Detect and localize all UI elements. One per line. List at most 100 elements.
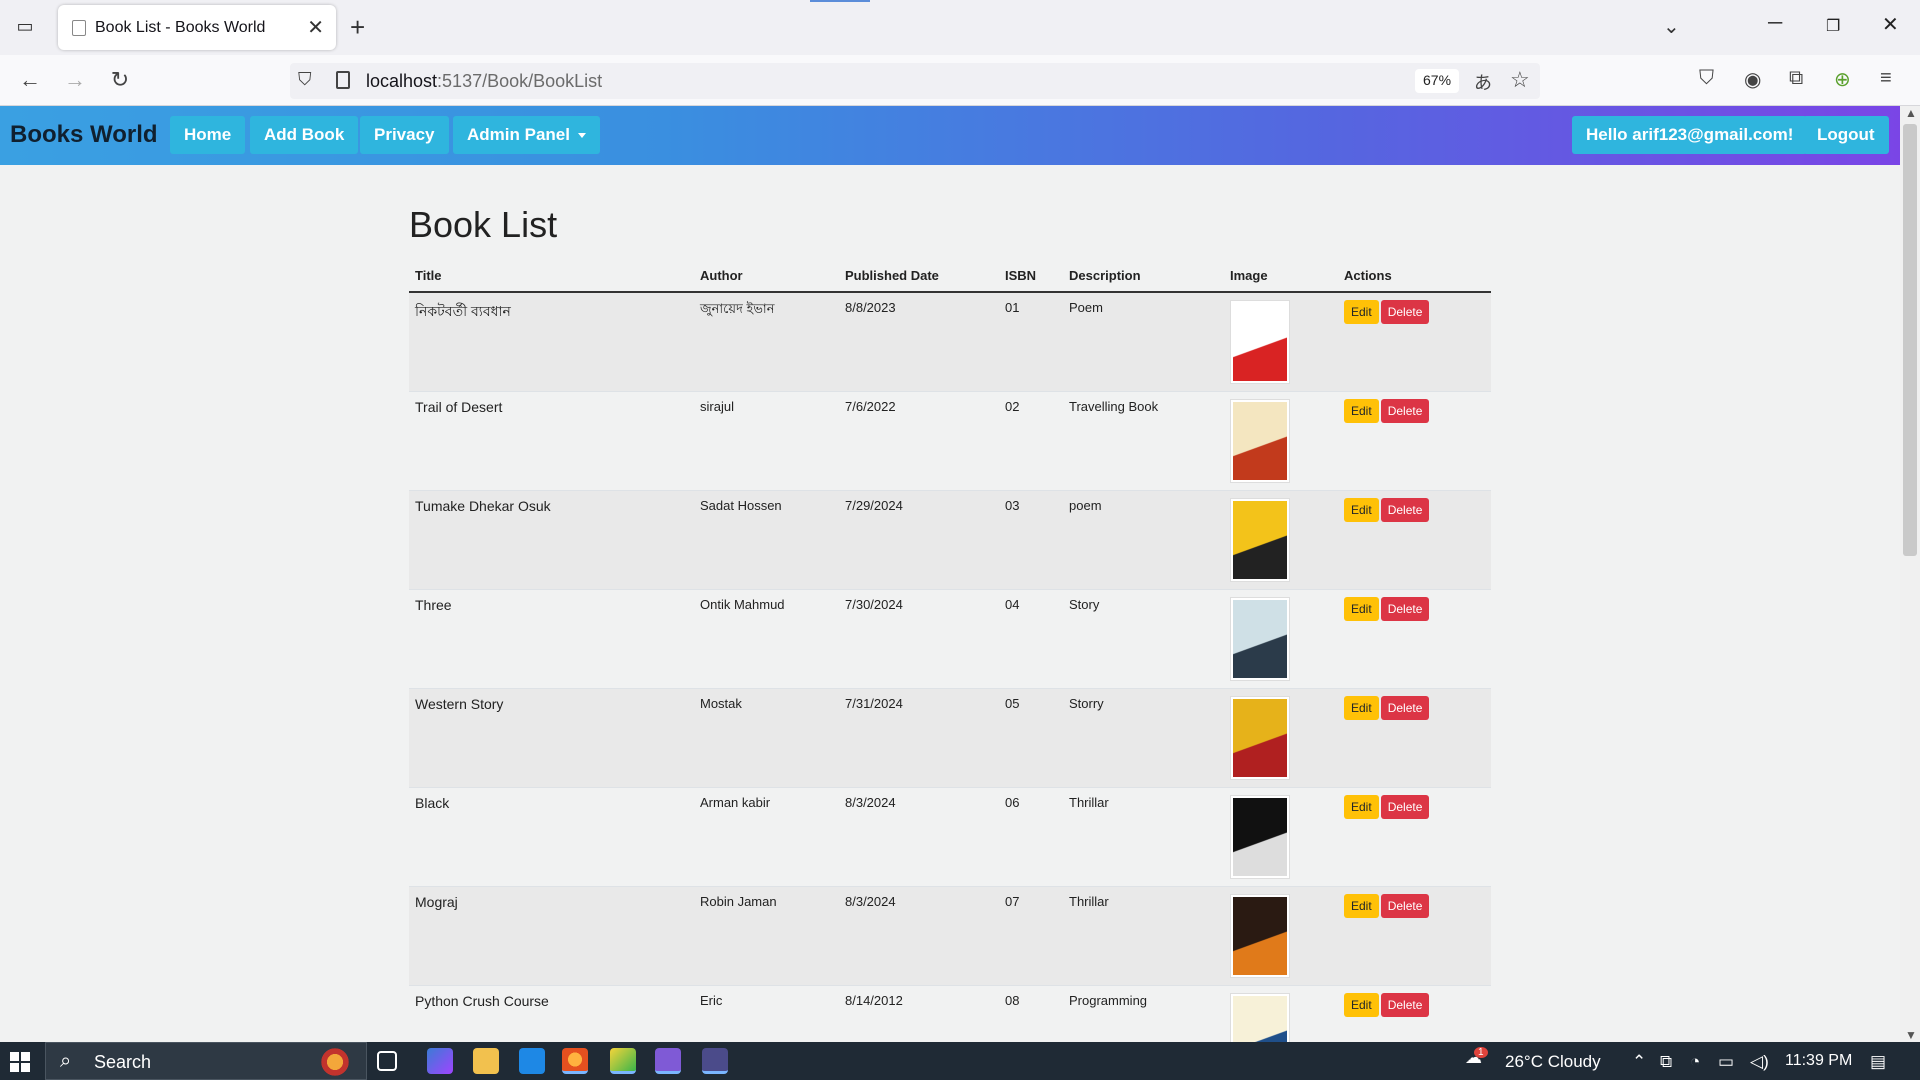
table-row: Mograj Robin Jaman 8/3/2024 07 Thrillar Edit D… <box>409 886 1491 986</box>
browser-tab-bar: ▭ Book List - Books World ✕ + ⌄ ─ ❐ ✕ <box>0 0 1920 55</box>
tray-chevron-icon[interactable]: ⌃ <box>1632 1052 1646 1072</box>
clock-time[interactable]: 11:39 PM <box>1785 1052 1852 1070</box>
list-all-tabs-chevron-icon[interactable]: ⌄ <box>1663 14 1680 39</box>
book-cover-art <box>1233 501 1287 579</box>
edit-button[interactable]: Edit <box>1344 300 1379 324</box>
firefox-icon[interactable] <box>562 1048 588 1074</box>
back-arrow-icon[interactable]: ← <box>15 67 45 93</box>
delete-button[interactable]: Delete <box>1380 696 1430 720</box>
cell-published-date: 7/31/2024 <box>839 688 999 788</box>
cell-author: Robin Jaman <box>694 886 839 986</box>
edit-button[interactable]: Edit <box>1344 894 1379 918</box>
cell-title: Python Crush Course <box>409 985 694 1042</box>
book-cover-art <box>1233 402 1287 480</box>
cell-image <box>1224 391 1338 491</box>
delete-button[interactable]: Delete <box>1380 498 1430 522</box>
delete-button[interactable]: Delete <box>1380 795 1430 819</box>
wifi-icon[interactable]: ◔ <box>1690 1052 1700 1072</box>
edit-button[interactable]: Edit <box>1344 795 1379 819</box>
edit-button[interactable]: Edit <box>1344 399 1379 423</box>
account-icon[interactable]: ◉ <box>1744 67 1761 92</box>
meet-now-icon[interactable]: ⧉ <box>1660 1052 1672 1072</box>
extensions-icon[interactable]: ⧉ <box>1789 67 1803 90</box>
bookmark-star-icon[interactable]: ☆ <box>1510 67 1530 93</box>
tab-list-icon[interactable]: ▭ <box>12 16 38 40</box>
scroll-up-icon[interactable]: ▲ <box>1905 106 1917 120</box>
tracking-shield-icon[interactable]: ⛉ <box>298 69 312 90</box>
reload-icon[interactable]: ↻ <box>105 67 135 93</box>
page-favicon-icon <box>72 20 86 36</box>
window-close-icon[interactable]: ✕ <box>1882 12 1899 37</box>
cell-image <box>1224 589 1338 689</box>
user-greeting[interactable]: Hello arif123@gmail.com! <box>1572 116 1808 154</box>
cell-actions: Edit Delete <box>1338 490 1491 590</box>
column-header-published-date: Published Date <box>839 259 999 293</box>
weather-text[interactable]: 26°C Cloudy <box>1505 1052 1601 1072</box>
scroll-down-icon[interactable]: ▼ <box>1905 1028 1917 1042</box>
cell-description: poem <box>1063 490 1224 590</box>
table-row: Western Story Mostak 7/31/2024 05 Storry Edit… <box>409 688 1491 788</box>
dropdown-caret-icon <box>577 133 586 139</box>
cell-title: নিকটবর্তী ব্যবধান <box>409 292 694 392</box>
addon-plus-icon[interactable]: ⊕ <box>1834 67 1851 92</box>
task-view-icon[interactable] <box>377 1051 397 1071</box>
app-menu-icon[interactable]: ≡ <box>1880 67 1892 90</box>
delete-button[interactable]: Delete <box>1380 300 1430 324</box>
taskbar-search-box[interactable]: ⌕ Search <box>45 1042 367 1080</box>
url-text[interactable]: localhost:5137/Book/BookList <box>366 71 602 92</box>
edit-button[interactable]: Edit <box>1344 696 1379 720</box>
cell-author: Ontik Mahmud <box>694 589 839 689</box>
pocket-icon[interactable]: ⛉ <box>1699 67 1714 90</box>
delete-button[interactable]: Delete <box>1380 894 1430 918</box>
zoom-level-badge[interactable]: 67% <box>1415 69 1460 93</box>
cell-title: Black <box>409 787 694 887</box>
edit-button[interactable]: Edit <box>1344 993 1379 1017</box>
nav-privacy-link[interactable]: Privacy <box>360 116 449 154</box>
address-bar[interactable]: ⛉ localhost:5137/Book/BookList 67% あ ☆ <box>290 63 1540 99</box>
book-cover-art <box>1233 699 1287 777</box>
edit-button[interactable]: Edit <box>1344 498 1379 522</box>
book-cover-art <box>1233 798 1287 876</box>
cell-actions: Edit Delete <box>1338 292 1491 392</box>
windows-start-icon[interactable] <box>10 1052 30 1072</box>
cell-actions: Edit Delete <box>1338 985 1491 1042</box>
scrollbar-thumb[interactable] <box>1903 124 1917 556</box>
book-cover-art <box>1233 996 1287 1042</box>
search-icon: ⌕ <box>60 1050 72 1072</box>
delete-button[interactable]: Delete <box>1380 399 1430 423</box>
cell-author: Arman kabir <box>694 787 839 887</box>
forward-arrow-icon[interactable]: → <box>60 67 90 93</box>
mail-icon[interactable] <box>519 1048 545 1074</box>
app-icon[interactable] <box>610 1048 636 1074</box>
new-tab-icon[interactable]: + <box>350 12 365 43</box>
notification-center-icon[interactable]: ▤ <box>1870 1052 1886 1072</box>
edit-button[interactable]: Edit <box>1344 597 1379 621</box>
translate-icon[interactable]: あ <box>1474 69 1492 95</box>
terminal-icon[interactable] <box>702 1048 728 1074</box>
weather-icon[interactable]: ☁1 <box>1465 1047 1496 1068</box>
cell-author: জুনায়েদ ইভান <box>694 292 839 392</box>
delete-button[interactable]: Delete <box>1380 597 1430 621</box>
nav-home-link[interactable]: Home <box>170 116 246 154</box>
battery-icon[interactable]: ▭ <box>1718 1052 1734 1072</box>
page-scrollbar[interactable]: ▲ ▼ <box>1900 106 1920 1042</box>
nav-add-book-link[interactable]: Add Book <box>250 116 359 154</box>
page-info-icon[interactable] <box>336 71 350 89</box>
book-cover-image <box>1230 993 1290 1042</box>
table-row: Python Crush Course Eric 8/14/2012 08 Progra… <box>409 985 1491 1042</box>
tab-close-icon[interactable]: ✕ <box>307 15 324 40</box>
cell-published-date: 7/29/2024 <box>839 490 999 590</box>
browser-tab-active[interactable]: Book List - Books World ✕ <box>58 5 336 50</box>
cell-published-date: 8/3/2024 <box>839 886 999 986</box>
volume-icon[interactable]: ◁) <box>1750 1052 1769 1072</box>
copilot-icon[interactable] <box>427 1048 453 1074</box>
table-row: নিকটবর্তী ব্যবধান জুনায়েদ ইভান 8/8/2023 01… <box>409 292 1491 392</box>
site-brand[interactable]: Books World <box>10 121 158 149</box>
logout-button[interactable]: Logout <box>1803 116 1889 154</box>
file-explorer-icon[interactable] <box>473 1048 499 1074</box>
visual-studio-icon[interactable] <box>655 1048 681 1074</box>
nav-admin-panel-dropdown[interactable]: Admin Panel <box>453 116 600 154</box>
restore-icon[interactable]: ❐ <box>1826 16 1840 36</box>
minimize-icon[interactable]: ─ <box>1768 12 1782 35</box>
delete-button[interactable]: Delete <box>1380 993 1430 1017</box>
